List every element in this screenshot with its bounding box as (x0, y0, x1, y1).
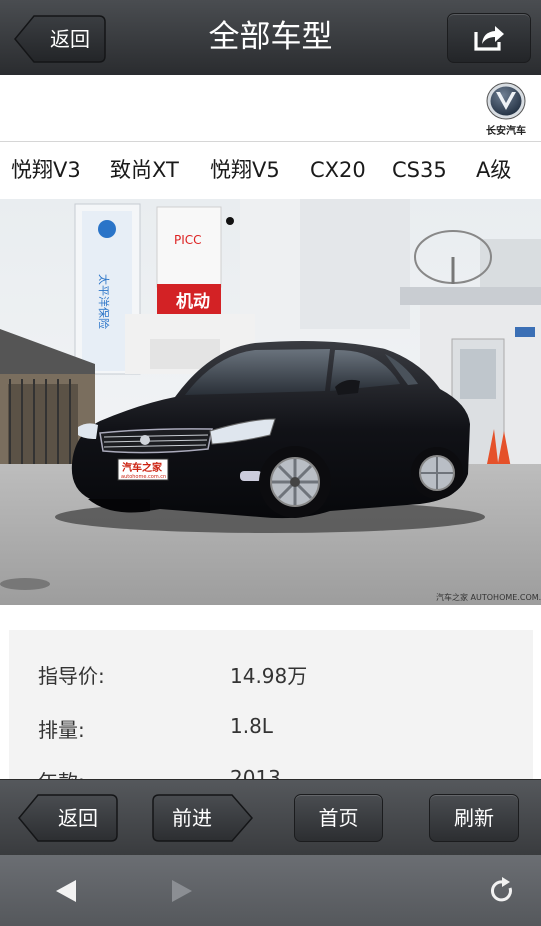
logo-text: 长安汽车 (486, 126, 526, 137)
photo-watermark: 汽车之家 AUTOHOME.COM.CN (436, 592, 541, 602)
header-back-button[interactable]: 返回 (14, 15, 106, 63)
toolbar-back-button[interactable]: 返回 (18, 794, 118, 842)
spec-row-year: 年款: 2013 (9, 766, 533, 780)
spec-value: 1.8L (230, 714, 273, 738)
spec-panel: 指导价: 14.98万 排量: 1.8L 年款: 2013 (9, 630, 533, 780)
browser-navigation-bar (0, 855, 541, 926)
billboard-text: 太平洋保险 (97, 274, 111, 329)
sign-jidong: 机动 (176, 291, 210, 312)
spec-row-displacement: 排量: 1.8L (9, 714, 533, 754)
tab-a-class[interactable]: A级 (476, 142, 511, 199)
license-plate-text: 汽车之家 (122, 461, 163, 474)
top-navigation-bar: 返回 全部车型 (0, 0, 541, 76)
share-button[interactable] (447, 13, 531, 63)
changan-logo: 长安汽车 (478, 81, 534, 137)
tab-yuexiang-v5[interactable]: 悦翔V5 (210, 142, 280, 199)
triangle-left-icon[interactable] (55, 879, 77, 903)
header-back-label: 返回 (50, 27, 90, 51)
spec-value: 2013 (230, 766, 281, 780)
spec-row-price: 指导价: 14.98万 (9, 660, 533, 700)
brand-strip: 长安汽车 (0, 75, 541, 140)
carousel-indicator-dot[interactable] (226, 217, 234, 225)
toolbar-home-button[interactable]: 首页 (294, 794, 383, 842)
toolbar-forward-label: 前进 (172, 806, 212, 830)
spec-value: 14.98万 (230, 664, 308, 688)
spec-label: 年款: (38, 766, 85, 780)
reload-icon[interactable] (490, 877, 516, 905)
bottom-toolbar: 返回 前进 首页 刷新 (0, 779, 541, 856)
car-photo[interactable]: 太平洋保险 PICC 机动 汽车之家 autohome.com.cn 汽车之家 … (0, 199, 541, 605)
share-icon (474, 26, 504, 51)
tab-cx20[interactable]: CX20 (310, 142, 366, 199)
toolbar-forward-button[interactable]: 前进 (152, 794, 253, 842)
tab-cs35[interactable]: CS35 (392, 142, 447, 199)
page-title: 全部车型 (208, 19, 333, 55)
toolbar-back-label: 返回 (58, 806, 98, 830)
spec-label: 指导价: (38, 664, 105, 688)
sign-picc: PICC (174, 233, 202, 247)
toolbar-refresh-button[interactable]: 刷新 (429, 794, 519, 842)
spec-label: 排量: (38, 718, 85, 742)
tab-zhishang-xt[interactable]: 致尚XT (110, 142, 179, 199)
tab-yuexiang-v3[interactable]: 悦翔V3 (11, 142, 81, 199)
license-plate-sub: autohome.com.cn (121, 474, 166, 480)
triangle-right-icon[interactable] (171, 879, 193, 903)
model-tabs: 悦翔V3 致尚XT 悦翔V5 CX20 CS35 A级 (0, 141, 541, 200)
